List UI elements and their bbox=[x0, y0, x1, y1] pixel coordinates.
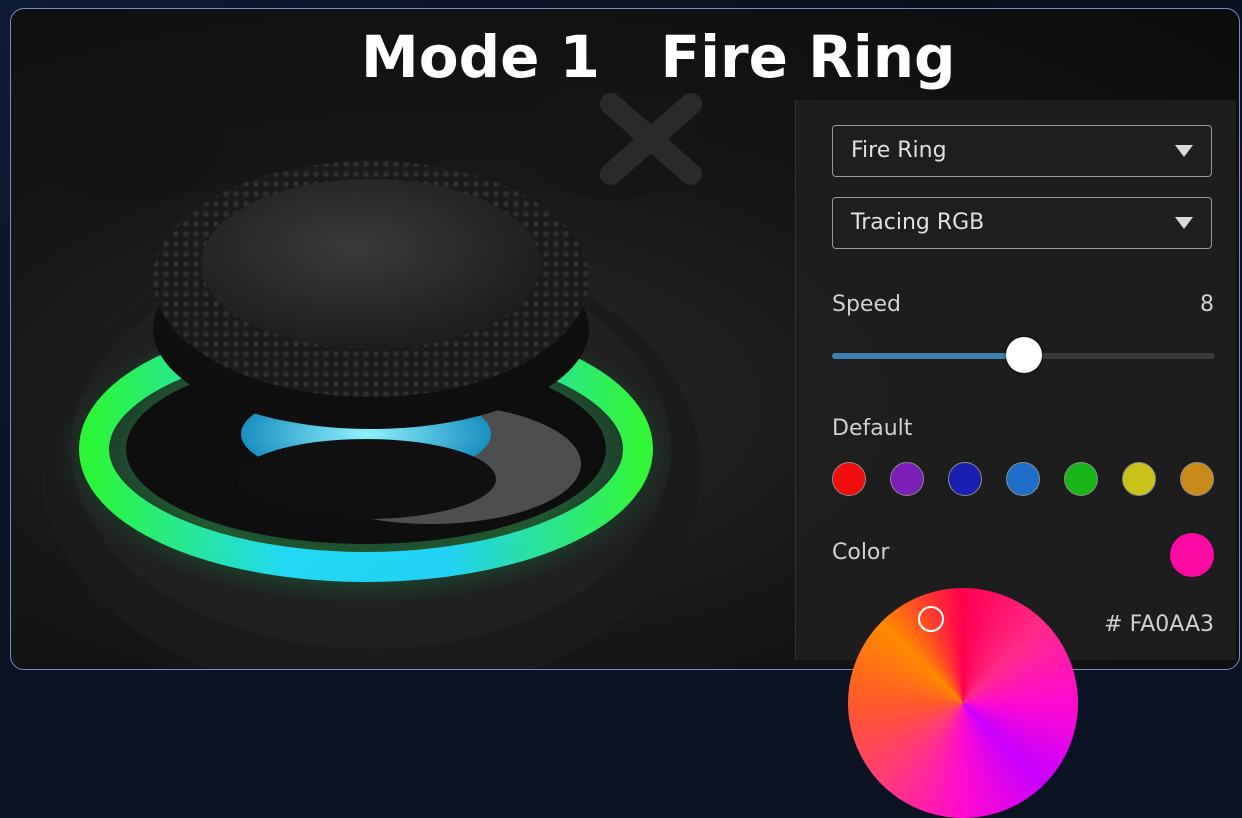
chevron-down-icon bbox=[1175, 217, 1193, 229]
color-swatch-purple[interactable] bbox=[890, 462, 924, 496]
color-wheel-selector[interactable] bbox=[918, 606, 944, 632]
color-wheel[interactable] bbox=[848, 588, 1078, 818]
chevron-down-icon bbox=[1175, 145, 1193, 157]
color-swatch-green[interactable] bbox=[1064, 462, 1098, 496]
default-color-swatches bbox=[832, 462, 1222, 502]
hex-color-value[interactable]: # FA0AA3 bbox=[1104, 612, 1214, 637]
current-color-preview[interactable] bbox=[1170, 533, 1214, 577]
speed-slider-fill bbox=[832, 353, 1024, 359]
effect-dropdown-value: Tracing RGB bbox=[851, 210, 985, 235]
color-swatch-yellow[interactable] bbox=[1122, 462, 1156, 496]
background-button bbox=[41, 94, 221, 204]
color-swatch-navy[interactable] bbox=[948, 462, 982, 496]
speed-value: 8 bbox=[1200, 292, 1214, 317]
mode-dropdown[interactable]: Fire Ring bbox=[832, 125, 1212, 177]
effect-dropdown[interactable]: Tracing RGB bbox=[832, 197, 1212, 249]
page-title: Mode 1 Fire Ring bbox=[361, 23, 956, 91]
speed-slider[interactable] bbox=[832, 337, 1215, 373]
speed-slider-thumb[interactable] bbox=[1005, 337, 1042, 373]
speed-label: Speed bbox=[832, 292, 901, 317]
color-swatch-amber[interactable] bbox=[1180, 462, 1214, 496]
default-colors-label: Default bbox=[832, 416, 913, 441]
color-label: Color bbox=[832, 540, 890, 565]
color-swatch-red[interactable] bbox=[832, 462, 866, 496]
background: Mode 1 Fire Ring Fire Ring Tracing RGB S… bbox=[0, 0, 1242, 818]
mode-dropdown-value: Fire Ring bbox=[851, 138, 947, 163]
lighting-settings-panel: Fire Ring Tracing RGB Speed 8 Default Co… bbox=[795, 100, 1236, 818]
color-swatch-blue[interactable] bbox=[1006, 462, 1040, 496]
